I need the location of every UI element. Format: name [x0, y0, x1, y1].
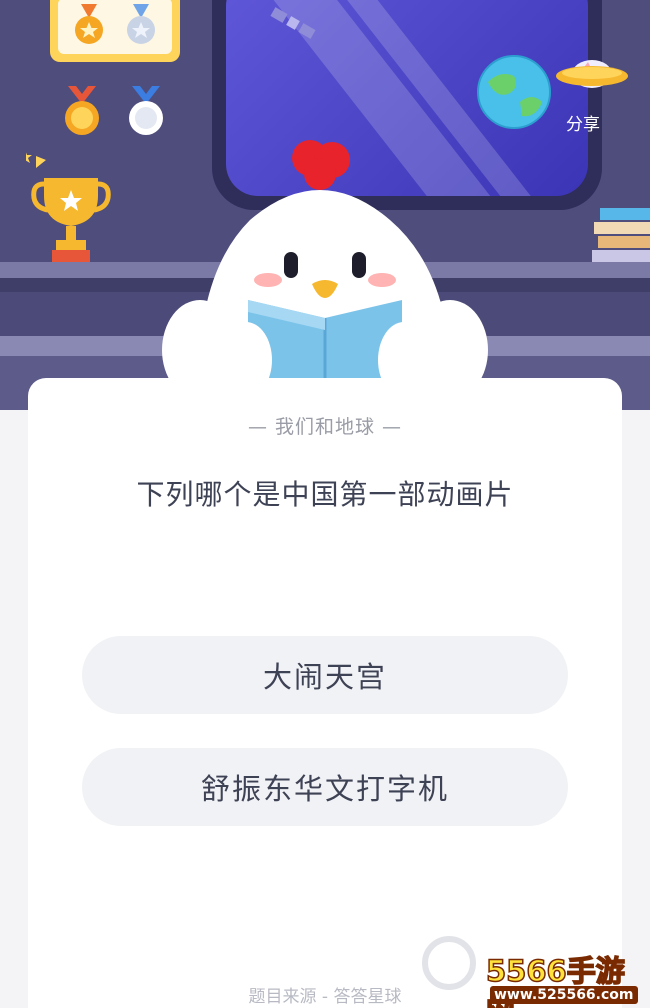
silver-medal-icon	[126, 4, 155, 44]
watermark: 5566手游网 www.525566.com	[485, 948, 650, 1008]
bronze-medal-icon	[65, 86, 99, 135]
category-title: — 我们和地球 —	[0, 412, 650, 439]
satellite-icon	[270, 7, 316, 39]
category-dash-left: —	[247, 416, 275, 438]
answer-option-1[interactable]: 大闹天宫	[82, 636, 568, 714]
bronze-medal-icon	[75, 4, 104, 44]
books-icon	[592, 208, 650, 262]
medal-frame	[50, 0, 180, 62]
question-text: 下列哪个是中国第一部动画片	[136, 478, 514, 511]
answer-option-2[interactable]: 舒振东华文打字机	[82, 748, 568, 826]
category-dash-right: —	[375, 416, 403, 438]
header-illustration: 分享	[0, 0, 650, 410]
chicken-mascot	[162, 140, 488, 410]
watermark-url: www.525566.com	[490, 986, 638, 1004]
share-label[interactable]: 分享	[566, 110, 600, 135]
earth-icon	[477, 55, 551, 129]
watermark-logo-icon	[422, 936, 476, 990]
category-label: 我们和地球	[274, 416, 375, 438]
trophy-icon	[26, 152, 111, 262]
